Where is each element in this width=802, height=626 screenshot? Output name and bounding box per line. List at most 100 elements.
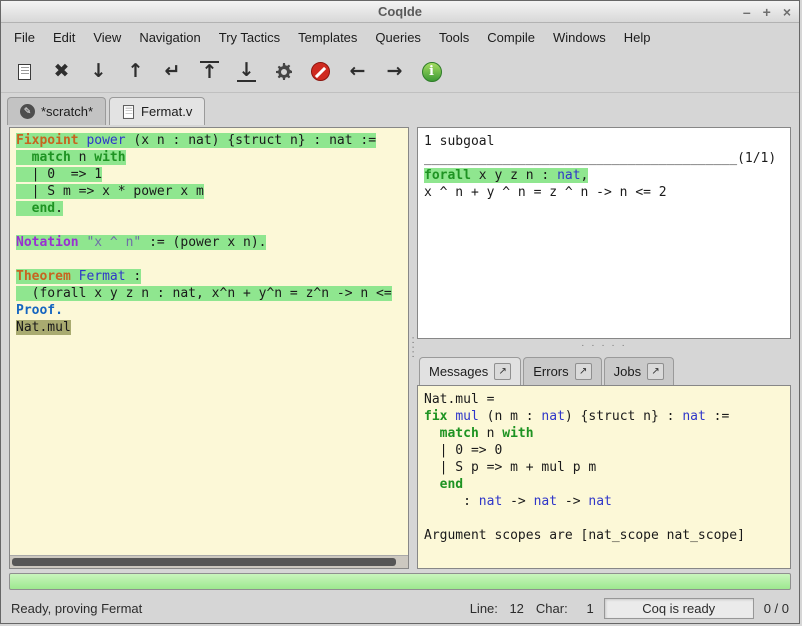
menu-item-navigation[interactable]: Navigation xyxy=(130,25,209,50)
code-line: fix mul (n m : nat) {struct n} : nat := xyxy=(424,408,784,425)
save-button[interactable] xyxy=(9,56,40,87)
close-button[interactable]: × xyxy=(783,5,791,19)
code-line: match n with xyxy=(424,425,784,442)
fully-check-button[interactable] xyxy=(268,56,299,87)
scrollbar-thumb[interactable] xyxy=(12,558,396,566)
tab-messages[interactable]: Messages ↗ xyxy=(419,357,521,385)
menu-item-try-tactics[interactable]: Try Tactics xyxy=(210,25,289,50)
line-value: 12 xyxy=(506,601,524,616)
menu-item-tools[interactable]: Tools xyxy=(430,25,478,50)
go-to-cursor-button[interactable]: ↵ xyxy=(157,56,188,87)
code-line: forall x y z n : nat, xyxy=(424,167,784,184)
code-line: end xyxy=(424,476,784,493)
code-editor[interactable]: Fixpoint power (x n : nat) {struct n} : … xyxy=(10,128,408,555)
progress-row xyxy=(1,569,799,593)
code-line: 1 subgoal xyxy=(424,133,784,150)
arrow-to-bottom-icon: ↓ xyxy=(237,61,257,82)
detach-icon[interactable]: ↗ xyxy=(575,363,592,380)
coqide-window: CoqIde – + × FileEditViewNavigationTry T… xyxy=(0,0,800,624)
document-icon xyxy=(123,105,134,119)
status-message: Ready, proving Fermat xyxy=(11,601,458,616)
about-button[interactable]: i xyxy=(416,56,447,87)
minimize-button[interactable]: – xyxy=(743,5,751,19)
tab-label: Fermat.v xyxy=(141,104,192,119)
worker-counter: 0 / 0 xyxy=(764,601,789,616)
tab-fermat[interactable]: Fermat.v xyxy=(109,97,205,125)
left-arrow-icon: ← xyxy=(350,62,366,81)
code-line: | S p => m + mul p m xyxy=(424,459,784,476)
menu-item-queries[interactable]: Queries xyxy=(366,25,430,50)
right-column: 1 subgoal_______________________________… xyxy=(417,127,791,569)
code-line: ________________________________________… xyxy=(424,150,784,167)
code-line: Proof. xyxy=(16,302,402,319)
code-line: end. xyxy=(16,200,402,217)
info-icon: i xyxy=(422,62,442,82)
tab-jobs[interactable]: Jobs ↗ xyxy=(604,357,674,385)
main-area: Fixpoint power (x n : nat) {struct n} : … xyxy=(1,125,799,569)
code-line: Notation "x ^ n" := (power x n). xyxy=(16,234,402,251)
restart-button[interactable]: ↑ xyxy=(194,56,225,87)
menu-item-help[interactable]: Help xyxy=(615,25,660,50)
code-line: Nat.mul xyxy=(16,319,402,336)
code-line: Fixpoint power (x n : nat) {struct n} : … xyxy=(16,132,402,149)
code-line xyxy=(424,510,784,527)
code-line: | S m => x * power x m xyxy=(16,183,402,200)
goals-panel[interactable]: 1 subgoal_______________________________… xyxy=(417,127,791,339)
tab-scratch[interactable]: ✎ *scratch* xyxy=(7,97,106,125)
char-label: Char: xyxy=(536,601,568,616)
detach-icon[interactable]: ↗ xyxy=(494,363,511,380)
window-title: CoqIde xyxy=(378,4,422,19)
code-line: Theorem Fermat : xyxy=(16,268,402,285)
go-to-end-button[interactable]: ↓ xyxy=(231,56,262,87)
close-icon: ✖ xyxy=(54,62,70,81)
stop-icon xyxy=(311,62,330,81)
menu-item-templates[interactable]: Templates xyxy=(289,25,366,50)
gear-icon xyxy=(274,62,294,82)
close-buffer-button[interactable]: ✖ xyxy=(46,56,77,87)
maximize-button[interactable]: + xyxy=(763,5,771,19)
menu-item-file[interactable]: File xyxy=(5,25,44,50)
step-backward-button[interactable]: ↑ xyxy=(120,56,151,87)
statusbar: Ready, proving Fermat Line: 12 Char: 1 C… xyxy=(1,593,799,623)
tab-label: *scratch* xyxy=(41,104,93,119)
code-line: match n with xyxy=(16,149,402,166)
editor-pane: Fixpoint power (x n : nat) {struct n} : … xyxy=(9,127,409,569)
horizontal-splitter[interactable]: · · · · · xyxy=(417,339,791,352)
char-value: 1 xyxy=(576,601,594,616)
titlebar[interactable]: CoqIde – + × xyxy=(1,1,799,23)
menu-item-compile[interactable]: Compile xyxy=(478,25,544,50)
code-line: | 0 => 0 xyxy=(424,442,784,459)
toolbar: ✖ ↓ ↑ ↵ ↑ ↓ ← → i xyxy=(1,51,799,93)
line-label: Line: xyxy=(470,601,498,616)
interrupt-button[interactable] xyxy=(305,56,336,87)
code-line: Argument scopes are [nat_scope nat_scope… xyxy=(424,527,784,544)
back-button[interactable]: ← xyxy=(342,56,373,87)
menubar: FileEditViewNavigationTry TacticsTemplat… xyxy=(1,23,799,51)
document-tabbar: ✎ *scratch* Fermat.v xyxy=(1,93,799,125)
menu-item-view[interactable]: View xyxy=(84,25,130,50)
splitter-dots-icon: · · · · · xyxy=(581,340,627,351)
right-arrow-icon: → xyxy=(387,62,403,81)
arrow-to-top-icon: ↑ xyxy=(200,61,220,82)
menu-item-windows[interactable]: Windows xyxy=(544,25,615,50)
message-tabbar: Messages ↗ Errors ↗ Jobs ↗ xyxy=(417,352,791,385)
forward-button[interactable]: → xyxy=(379,56,410,87)
tab-label: Jobs xyxy=(614,364,641,379)
code-line: (forall x y z n : nat, x^n + y^n = z^n -… xyxy=(16,285,402,302)
tab-errors[interactable]: Errors ↗ xyxy=(523,357,601,385)
progress-bar xyxy=(9,573,791,590)
code-line xyxy=(16,217,402,234)
code-line: : nat -> nat -> nat xyxy=(424,493,784,510)
step-forward-button[interactable]: ↓ xyxy=(83,56,114,87)
horizontal-scrollbar[interactable] xyxy=(10,555,408,568)
menu-item-edit[interactable]: Edit xyxy=(44,25,84,50)
code-line: | 0 => 1 xyxy=(16,166,402,183)
detach-icon[interactable]: ↗ xyxy=(647,363,664,380)
code-line xyxy=(16,251,402,268)
tab-label: Errors xyxy=(533,364,568,379)
messages-panel[interactable]: Nat.mul =fix mul (n m : nat) {struct n} … xyxy=(417,385,791,569)
save-icon xyxy=(18,64,31,80)
down-arrow-icon: ↓ xyxy=(91,62,107,81)
vertical-splitter[interactable]: ····· xyxy=(409,127,417,569)
code-line: x ^ n + y ^ n = z ^ n -> n <= 2 xyxy=(424,184,784,201)
